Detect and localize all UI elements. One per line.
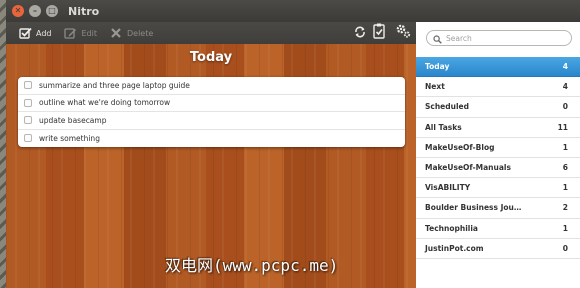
sync-button[interactable] [351, 24, 369, 42]
sidebar-item-boulder-business[interactable]: Boulder Business Jou… 2 [416, 198, 580, 219]
watermark-text: 双电网(www.pcpc.me) [165, 256, 339, 275]
search-icon [433, 29, 442, 48]
edit-pencil-icon [64, 26, 78, 40]
sidebar-item-count: 4 [562, 82, 568, 92]
sidebar-item-count: 1 [562, 142, 568, 152]
sidebar-item-count: 0 [562, 243, 568, 253]
add-checkbox-icon [18, 26, 32, 40]
sidebar-item-makeuseof-blog[interactable]: MakeUseOf-Blog 1 [416, 138, 580, 158]
task-item[interactable]: outline what we're doing tomorrow [18, 95, 405, 112]
add-label: Add [36, 28, 52, 38]
search-box[interactable] [426, 30, 572, 46]
sidebar-item-today[interactable]: Today 4 [416, 57, 580, 78]
sidebar-item-next[interactable]: Next 4 [416, 77, 580, 98]
sidebar-item-label: Today [425, 62, 450, 72]
maximize-icon: □ [48, 6, 56, 15]
sidebar-item-label: MakeUseOf-Blog [425, 142, 495, 152]
task-checkbox[interactable] [24, 116, 32, 125]
sidebar-item-visability[interactable]: VisABILITY 1 [416, 178, 580, 199]
gear-icon [395, 23, 411, 43]
sidebar-item-label: Next [425, 82, 445, 92]
sidebar-item-label: Scheduled [425, 102, 470, 112]
sidebar-item-justinpot[interactable]: JustinPot.com 0 [416, 239, 580, 259]
clipboard-check-icon [372, 23, 386, 43]
checklist-button[interactable] [370, 23, 388, 43]
task-item[interactable]: update basecamp [18, 112, 405, 130]
sidebar-item-count: 2 [562, 203, 568, 213]
task-text: summarize and three page laptop guide [39, 80, 190, 90]
task-item[interactable]: write something [18, 130, 405, 148]
list-menu: Today 4 Next 4 Scheduled 0 All Tasks 11 … [416, 57, 580, 259]
task-checkbox[interactable] [24, 98, 32, 107]
sidebar: Today 4 Next 4 Scheduled 0 All Tasks 11 … [416, 22, 580, 288]
sidebar-item-count: 4 [562, 62, 568, 72]
sidebar-item-makeuseof-manuals[interactable]: MakeUseOf-Manuals 6 [416, 158, 580, 179]
task-list: summarize and three page laptop guide ou… [18, 77, 405, 147]
sidebar-item-label: All Tasks [425, 122, 462, 132]
minimize-icon: – [33, 6, 37, 15]
sidebar-item-all-tasks[interactable]: All Tasks 11 [416, 118, 580, 138]
sidebar-item-scheduled[interactable]: Scheduled 0 [416, 97, 580, 118]
edit-button[interactable]: Edit [64, 22, 98, 44]
app-window: ✕ – □ Nitro Add Edit Delete Today summar… [6, 0, 580, 288]
list-title: Today [189, 50, 233, 65]
title-bar: ✕ – □ Nitro [6, 0, 580, 22]
delete-button[interactable]: Delete [109, 22, 153, 44]
add-button[interactable]: Add [18, 22, 52, 44]
close-icon: ✕ [14, 6, 22, 15]
sidebar-item-label: VisABILITY [425, 183, 471, 193]
task-text: update basecamp [39, 115, 107, 125]
sidebar-item-count: 1 [562, 223, 568, 233]
task-text: outline what we're doing tomorrow [39, 98, 171, 108]
sidebar-item-count: 6 [562, 163, 568, 173]
sidebar-item-label: Technophilia [425, 223, 478, 233]
sidebar-item-count: 11 [557, 122, 568, 132]
delete-label: Delete [127, 28, 154, 38]
settings-button[interactable] [394, 24, 412, 42]
sidebar-item-count: 0 [562, 102, 568, 112]
toolbar: Add Edit Delete [6, 22, 416, 44]
sidebar-item-label: MakeUseOf-Manuals [425, 163, 511, 173]
task-item[interactable]: summarize and three page laptop guide [18, 77, 405, 95]
sidebar-item-count: 1 [562, 183, 568, 193]
task-text: write something [39, 133, 100, 143]
close-window-button[interactable]: ✕ [12, 5, 24, 17]
sidebar-item-label: JustinPot.com [425, 243, 484, 253]
search-input[interactable] [446, 33, 566, 43]
sidebar-item-label: Boulder Business Jou… [425, 203, 522, 213]
maximize-window-button[interactable]: □ [46, 5, 58, 17]
sync-icon [353, 24, 367, 43]
window-title: Nitro [68, 4, 100, 18]
minimize-window-button[interactable]: – [29, 5, 41, 17]
delete-x-icon [109, 26, 123, 40]
task-checkbox[interactable] [24, 134, 32, 143]
edit-label: Edit [81, 28, 98, 38]
task-checkbox[interactable] [24, 81, 32, 90]
sidebar-item-technophilia[interactable]: Technophilia 1 [416, 219, 580, 239]
